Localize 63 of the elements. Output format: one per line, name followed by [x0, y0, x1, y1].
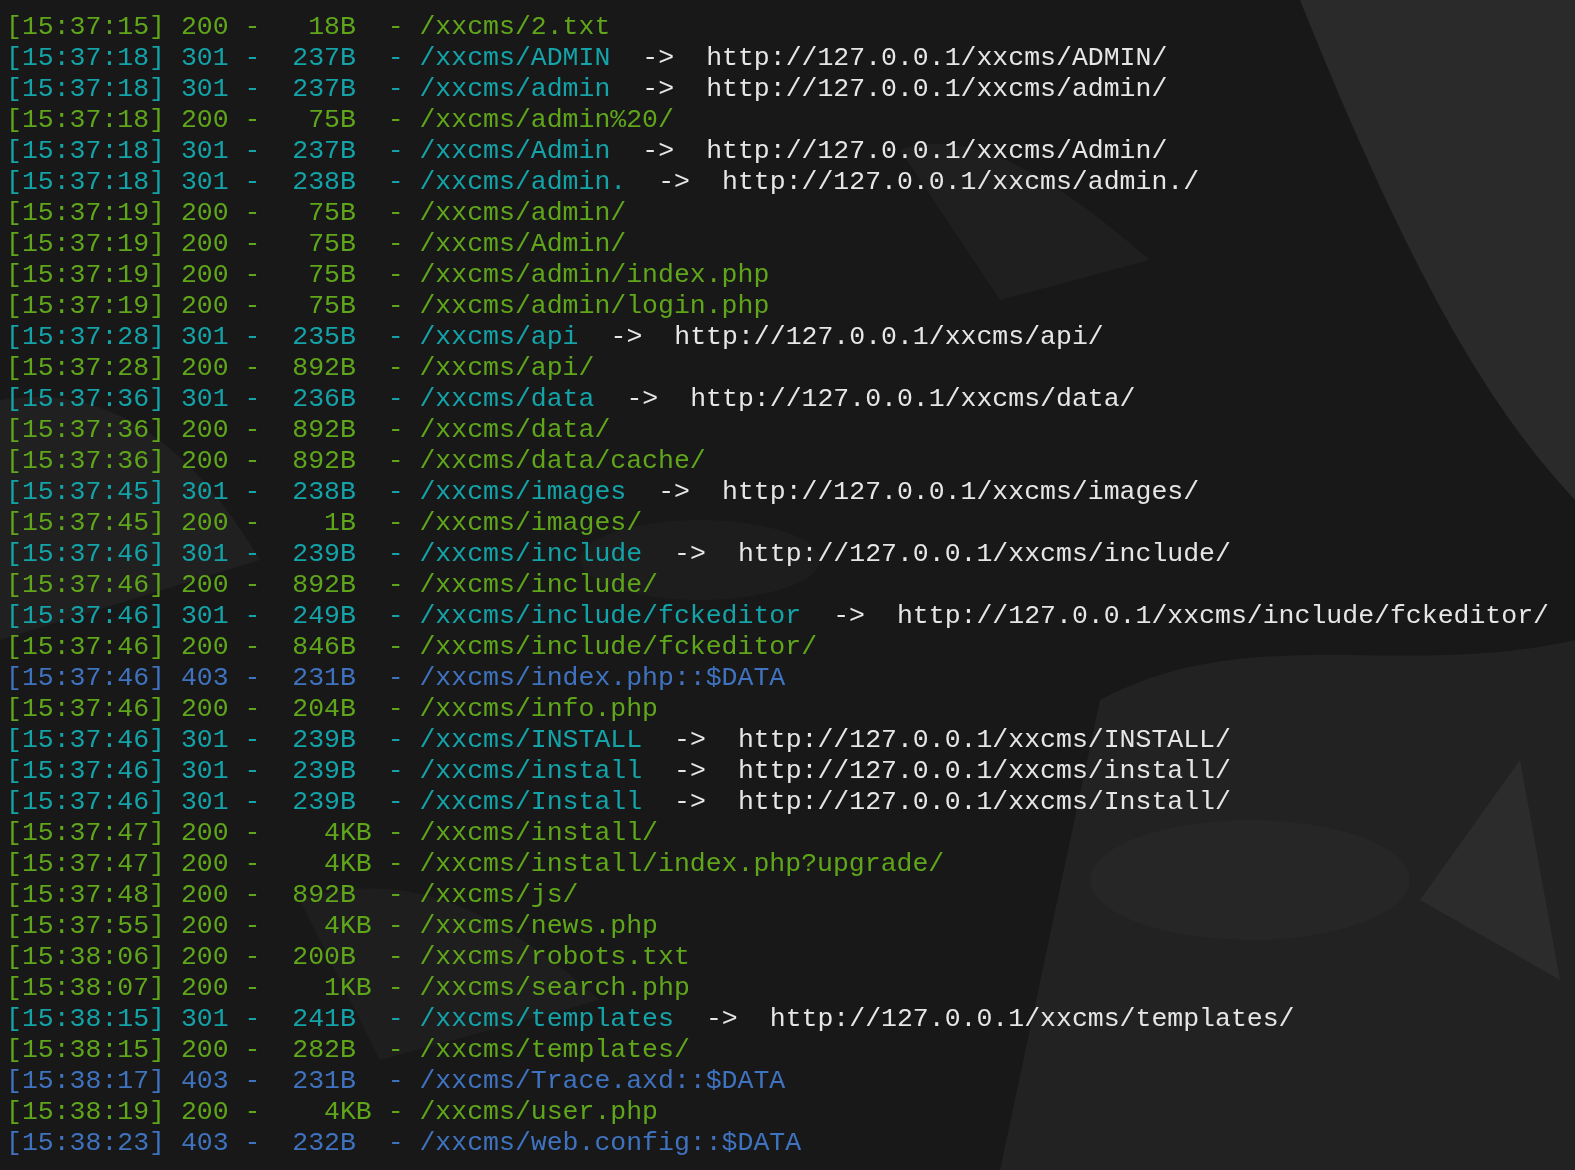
- log-entry: [15:37:18] 301 - 238B - /xxcms/admin.: [6, 167, 627, 198]
- redirect-url: http://127.0.0.1/xxcms/images/: [722, 477, 1200, 508]
- log-entry: [15:37:45] 200 - 1B - /xxcms/images/: [6, 508, 643, 539]
- log-entry: [15:37:18] 301 - 237B - /xxcms/Admin: [6, 136, 611, 167]
- redirect-url: http://127.0.0.1/xxcms/data/: [690, 384, 1136, 415]
- log-entry: [15:37:46] 200 - 892B - /xxcms/include/: [6, 570, 658, 601]
- arrow-symbol: ->: [833, 601, 865, 632]
- arrow-symbol: ->: [626, 384, 659, 415]
- redirect-url: http://127.0.0.1/xxcms/include/: [737, 539, 1231, 570]
- arrow-symbol: ->: [642, 136, 675, 167]
- log-entry: [15:37:46] 301 - 239B - /xxcms/Install: [6, 787, 643, 818]
- redirect-url: http://127.0.0.1/xxcms/ADMIN/: [706, 43, 1168, 74]
- arrow-symbol: ->: [674, 539, 706, 570]
- redirect-url: http://127.0.0.1/xxcms/api/: [674, 322, 1104, 353]
- log-entry: [15:37:18] 301 - 237B - /xxcms/admin: [6, 74, 611, 105]
- log-entry: [15:37:19] 200 - 75B - /xxcms/admin/: [6, 198, 627, 229]
- arrow-symbol: ->: [674, 787, 706, 818]
- log-entry: [15:38:23] 403 - 232B - /xxcms/web.config::$DATA: [6, 1128, 802, 1159]
- log-entry: [15:37:36] 200 - 892B - /xxcms/data/cache/: [6, 446, 706, 477]
- redirect-url: http://127.0.0.1/xxcms/admin./: [722, 167, 1200, 198]
- log-entry: [15:37:19] 200 - 75B - /xxcms/Admin/: [6, 229, 627, 260]
- log-entry: [15:38:15] 200 - 282B - /xxcms/templates/: [6, 1035, 690, 1066]
- log-entry: [15:37:46] 301 - 239B - /xxcms/include: [6, 539, 643, 570]
- log-entry: [15:37:36] 200 - 892B - /xxcms/data/: [6, 415, 611, 446]
- log-entry: [15:37:46] 200 - 846B - /xxcms/include/fckeditor/: [6, 632, 818, 663]
- redirect-url: http://127.0.0.1/xxcms/templates/: [769, 1004, 1295, 1035]
- arrow-symbol: ->: [642, 74, 675, 105]
- log-entry: [15:37:46] 301 - 239B - /xxcms/INSTALL: [6, 725, 643, 756]
- log-entry: [15:37:18] 301 - 237B - /xxcms/ADMIN: [6, 43, 611, 74]
- redirect-url: http://127.0.0.1/xxcms/admin/: [706, 74, 1168, 105]
- log-entry: [15:38:07] 200 - 1KB - /xxcms/search.php: [6, 973, 690, 1004]
- arrow-symbol: ->: [658, 477, 690, 508]
- redirect-url: http://127.0.0.1/xxcms/Admin/: [706, 136, 1168, 167]
- log-entry: [15:37:46] 301 - 239B - /xxcms/install: [6, 756, 643, 787]
- log-entry: [15:37:47] 200 - 4KB - /xxcms/install/index.php?upgrade/: [6, 849, 945, 880]
- log-entry: [15:37:28] 200 - 892B - /xxcms/api/: [6, 353, 595, 384]
- redirect-url: http://127.0.0.1/xxcms/Install/: [737, 787, 1231, 818]
- log-entry: [15:38:15] 301 - 241B - /xxcms/templates: [6, 1004, 674, 1035]
- log-entry: [15:37:46] 200 - 204B - /xxcms/info.php: [6, 694, 658, 725]
- log-entry: [15:37:45] 301 - 238B - /xxcms/images: [6, 477, 627, 508]
- log-entry: [15:37:18] 200 - 75B - /xxcms/admin%20/: [6, 105, 674, 136]
- redirect-url: http://127.0.0.1/xxcms/INSTALL/: [737, 725, 1231, 756]
- log-entry: [15:37:28] 301 - 235B - /xxcms/api: [6, 322, 579, 353]
- log-entry: [15:38:06] 200 - 200B - /xxcms/robots.txt: [6, 942, 690, 973]
- log-entry: [15:37:48] 200 - 892B - /xxcms/js/: [6, 880, 579, 911]
- log-entry: [15:37:19] 200 - 75B - /xxcms/admin/login.php: [6, 291, 770, 322]
- log-entry: [15:37:36] 301 - 236B - /xxcms/data: [6, 384, 595, 415]
- redirect-url: http://127.0.0.1/xxcms/include/fckeditor/: [896, 601, 1549, 632]
- arrow-symbol: ->: [705, 1004, 738, 1035]
- log-entry: [15:37:46] 301 - 249B - /xxcms/include/fckeditor: [6, 601, 802, 632]
- arrow-symbol: ->: [674, 756, 706, 787]
- arrow-symbol: ->: [642, 43, 675, 74]
- log-entry: [15:38:19] 200 - 4KB - /xxcms/user.php: [6, 1097, 658, 1128]
- arrow-symbol: ->: [610, 322, 643, 353]
- log-entry: [15:37:15] 200 - 18B - /xxcms/2.txt: [6, 12, 611, 43]
- arrow-symbol: ->: [674, 725, 706, 756]
- arrow-symbol: ->: [658, 167, 690, 198]
- log-entry: [15:38:17] 403 - 231B - /xxcms/Trace.axd::$DATA: [6, 1066, 786, 1097]
- log-entry: [15:37:19] 200 - 75B - /xxcms/admin/index.php: [6, 260, 770, 291]
- log-entry: [15:37:46] 403 - 231B - /xxcms/index.php::$DATA: [6, 663, 786, 694]
- log-entry: [15:37:55] 200 - 4KB - /xxcms/news.php: [6, 911, 658, 942]
- log-entry: [15:37:47] 200 - 4KB - /xxcms/install/: [6, 818, 658, 849]
- redirect-url: http://127.0.0.1/xxcms/install/: [737, 756, 1231, 787]
